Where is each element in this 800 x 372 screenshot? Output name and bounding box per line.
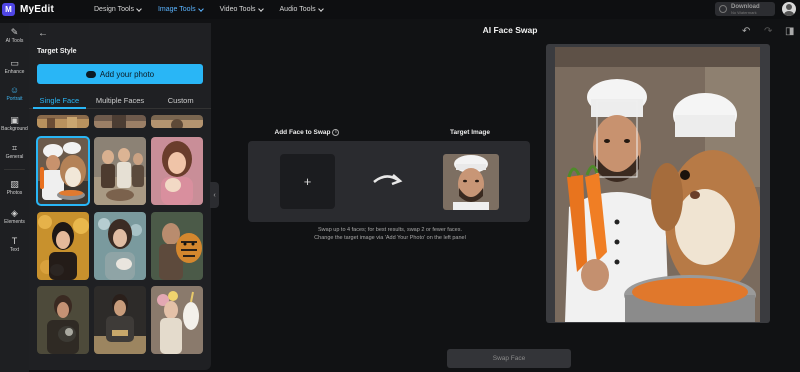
- chevron-left-icon: ‹: [213, 191, 216, 199]
- logo-mark: M: [2, 3, 15, 16]
- style-thumbnail[interactable]: [37, 115, 89, 128]
- rail-enhance[interactable]: ▭ Enhance: [0, 58, 29, 75]
- chevron-down-icon: [197, 5, 204, 12]
- crop-icon: ⌗: [11, 143, 18, 153]
- rail-background[interactable]: ▣ Background: [0, 115, 29, 132]
- rail-label: Text: [9, 247, 20, 253]
- nav-label: Audio Tools: [279, 6, 316, 13]
- nav-audio-tools[interactable]: Audio Tools: [279, 5, 324, 13]
- hint-line-1: Swap up to 4 faces; for best results, sw…: [318, 227, 462, 233]
- style-thumbnail-chef-rabbit[interactable]: [36, 136, 90, 206]
- download-button[interactable]: Download No Watermark: [715, 2, 775, 16]
- style-thumbnail[interactable]: [151, 115, 203, 128]
- background-icon: ▣: [10, 115, 19, 125]
- nav-label: Video Tools: [219, 6, 256, 13]
- panel-section-title: Target Style: [37, 48, 77, 55]
- plus-icon: +: [303, 174, 312, 189]
- tab-custom[interactable]: Custom: [150, 92, 211, 108]
- undo-icon[interactable]: ↶: [742, 26, 750, 37]
- rail-label: General: [5, 154, 24, 160]
- target-image-thumbnail[interactable]: [443, 154, 499, 210]
- add-face-label-text: Add Face to Swap: [274, 129, 331, 137]
- magic-wand-icon: ✎: [10, 27, 19, 37]
- nav-image-tools[interactable]: Image Tools: [157, 5, 204, 13]
- rail-label: Portrait: [6, 96, 23, 102]
- portrait-icon: ☺: [9, 85, 20, 95]
- download-subtitle: No Watermark: [731, 9, 757, 15]
- swap-hint: Swap up to 4 faces; for best results, sw…: [262, 226, 518, 242]
- style-thumbnail[interactable]: [151, 286, 203, 354]
- nav-label: Design Tools: [94, 6, 134, 13]
- target-image-preview[interactable]: [555, 47, 760, 322]
- style-thumbnail[interactable]: [94, 286, 146, 354]
- rail-ai-tools[interactable]: ✎ AI Tools: [0, 27, 29, 44]
- swap-face-button[interactable]: Swap Face: [447, 349, 571, 368]
- top-nav: Design Tools Image Tools Video Tools Aud…: [94, 5, 340, 13]
- add-face-slot[interactable]: +: [280, 154, 335, 209]
- hint-line-2: Change the target image via 'Add Your Ph…: [314, 235, 466, 241]
- cloud-upload-icon: [85, 70, 96, 78]
- rail-elements[interactable]: ◈ Elements: [0, 208, 29, 225]
- compare-icon[interactable]: ◨: [785, 26, 794, 37]
- rail-general[interactable]: ⌗ General: [0, 143, 29, 160]
- elements-icon: ◈: [11, 208, 18, 218]
- style-thumbnail[interactable]: [37, 212, 89, 280]
- info-icon[interactable]: i: [332, 129, 340, 136]
- rail-label: Background: [1, 126, 28, 132]
- tab-multiple-faces[interactable]: Multiple Faces: [90, 92, 151, 108]
- back-arrow-icon[interactable]: ←: [38, 28, 48, 39]
- add-photo-label: Add your photo: [99, 69, 155, 79]
- page-title: AI Face Swap: [482, 25, 538, 35]
- style-thumbnail[interactable]: [94, 212, 146, 280]
- tool-rail: ✎ AI Tools ▭ Enhance ☺ Portrait ▣ Backgr…: [0, 23, 29, 372]
- add-your-photo-button[interactable]: Add your photo: [37, 64, 203, 84]
- nav-label: Image Tools: [157, 6, 196, 13]
- app-logo[interactable]: M MyEdit: [2, 3, 94, 16]
- download-icon: [719, 5, 727, 13]
- rail-divider: [4, 169, 25, 170]
- style-thumbnail[interactable]: [94, 115, 146, 128]
- nav-video-tools[interactable]: Video Tools: [219, 5, 264, 13]
- text-icon: T: [11, 236, 18, 246]
- redo-icon[interactable]: ↷: [764, 26, 772, 37]
- tab-single-face[interactable]: Single Face: [29, 92, 90, 109]
- chevron-down-icon: [257, 5, 264, 12]
- user-avatar[interactable]: [782, 2, 796, 16]
- photo-icon: ▨: [10, 179, 19, 189]
- style-thumbnail[interactable]: [94, 137, 146, 205]
- collapse-panel-handle[interactable]: ‹: [210, 182, 219, 208]
- rail-label: Enhance: [4, 69, 25, 75]
- curved-arrow-icon: [372, 170, 404, 193]
- chevron-down-icon: [136, 5, 142, 12]
- rail-label: AI Tools: [5, 38, 24, 44]
- style-thumbnail[interactable]: [151, 212, 203, 280]
- rail-label: Photos: [6, 190, 23, 196]
- face-mode-tabs: Single Face Multiple Faces Custom: [29, 92, 211, 109]
- enhance-icon: ▭: [10, 58, 19, 68]
- add-face-label: Add Face to Swap i: [262, 129, 352, 136]
- rail-portrait[interactable]: ☺ Portrait: [0, 85, 29, 102]
- chevron-down-icon: [317, 5, 324, 12]
- rail-text[interactable]: T Text: [0, 236, 29, 253]
- nav-design-tools[interactable]: Design Tools: [94, 5, 142, 13]
- style-thumbnail[interactable]: [151, 137, 203, 205]
- style-thumbnail[interactable]: [37, 286, 89, 354]
- target-image-label: Target Image: [450, 129, 490, 136]
- rail-label: Elements: [4, 219, 25, 225]
- download-title: Download: [731, 3, 760, 10]
- rail-photos[interactable]: ▨ Photos: [0, 179, 29, 196]
- style-panel: ← Target Style Add your photo Single Fac…: [29, 23, 211, 370]
- top-bar: M MyEdit Design Tools Image Tools Video …: [0, 0, 800, 19]
- app-name: MyEdit: [20, 4, 54, 15]
